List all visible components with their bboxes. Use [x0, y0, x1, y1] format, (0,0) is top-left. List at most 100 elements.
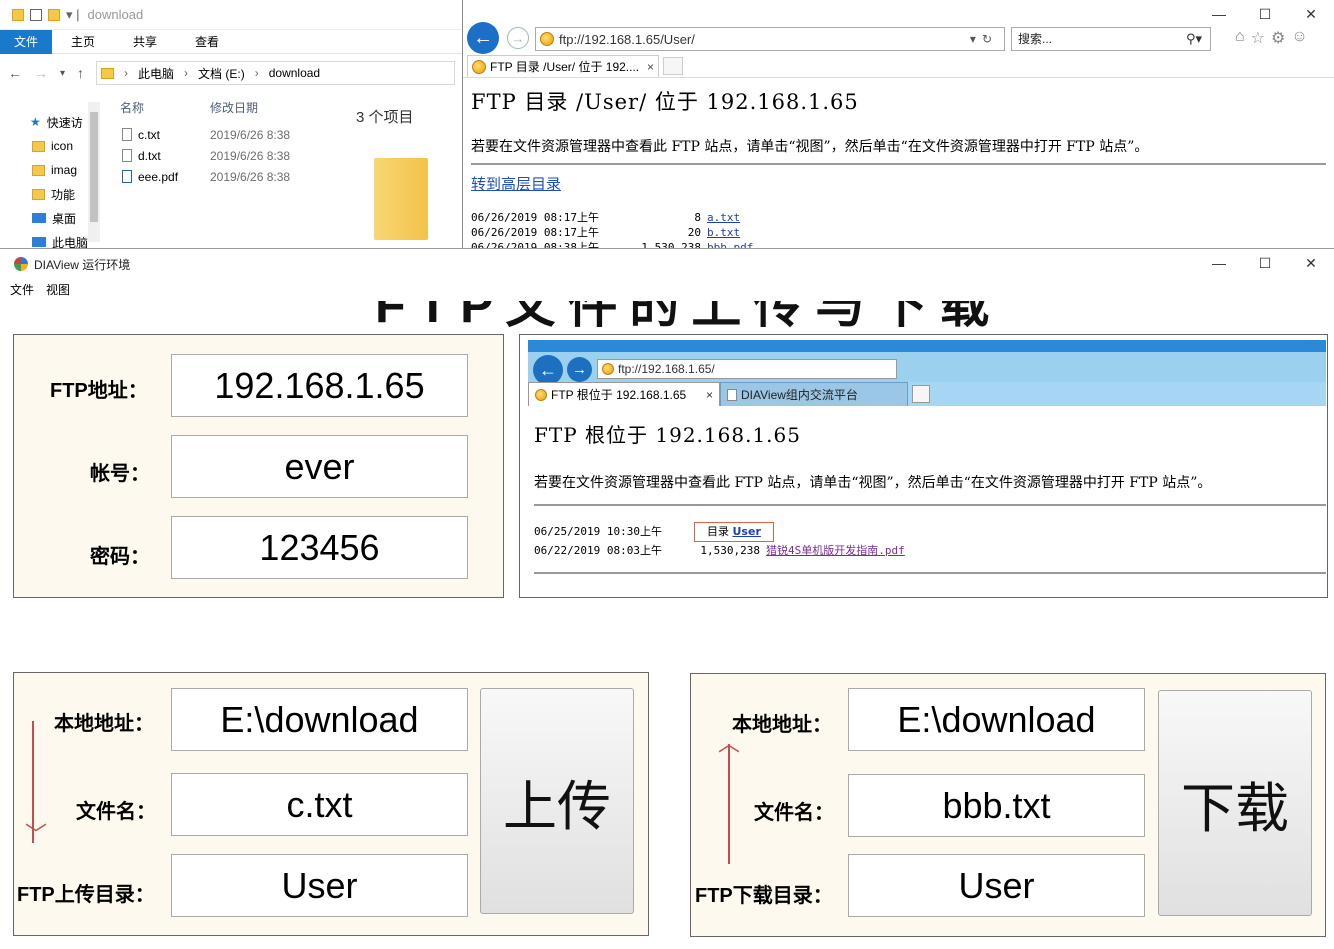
column-date[interactable]: 修改日期 — [210, 99, 258, 116]
gear-icon[interactable]: ⚙ — [1271, 28, 1285, 48]
ftp-login-panel: FTP地址： 192.168.1.65 帐号： ever 密码： 123456 — [13, 334, 504, 598]
chevron-right-icon[interactable]: › — [255, 66, 259, 80]
file-row[interactable]: c.txt 2019/6/26 8:38 — [100, 124, 340, 145]
ribbon-tab-home[interactable]: 主页 — [52, 30, 114, 54]
close-tab-icon[interactable]: × — [706, 388, 713, 402]
file-row[interactable]: eee.pdf 2019/6/26 8:38 — [100, 166, 340, 187]
nav-item-icon[interactable]: icon — [0, 134, 100, 158]
back-button[interactable]: ← — [467, 22, 499, 54]
nav-scrollbar[interactable] — [88, 102, 100, 242]
forward-button[interactable]: → — [507, 27, 529, 49]
breadcrumb[interactable]: › 此电脑 › 文档 (E:) › download — [96, 61, 455, 85]
properties-check-icon[interactable] — [30, 8, 42, 21]
download-file-name-label: 文件名： — [754, 802, 834, 824]
new-folder-icon[interactable] — [48, 8, 60, 21]
canvas-title: FTP文件的上传与下载 — [375, 301, 1002, 333]
nav-item-function[interactable]: 功能 — [0, 182, 100, 206]
ribbon-tab-view[interactable]: 查看 — [176, 30, 238, 54]
breadcrumb-download[interactable]: download — [269, 66, 320, 80]
favorites-star-icon[interactable]: ☆ — [1251, 28, 1265, 48]
window-controls: — ☐ ✕ — [1196, 0, 1334, 28]
upload-file-name-field[interactable]: c.txt — [171, 773, 468, 836]
chevron-right-icon[interactable]: › — [124, 66, 128, 80]
upload-dir-label: FTP上传目录： — [17, 884, 155, 906]
download-local-path-field[interactable]: E:\download — [848, 688, 1145, 751]
ribbon-tab-share[interactable]: 共享 — [114, 30, 176, 54]
embedded-tab-diaview[interactable]: DIAView组内交流平台 — [720, 382, 908, 406]
text-file-icon — [122, 128, 132, 141]
ftp-address-field[interactable]: 192.168.1.65 — [171, 354, 468, 417]
diaview-canvas: FTP文件的上传与下载 FTP地址： 192.168.1.65 帐号： ever… — [0, 301, 1334, 949]
close-tab-icon[interactable]: × — [647, 60, 654, 74]
star-icon: ★ — [30, 115, 41, 129]
directory-link[interactable]: User — [733, 525, 761, 538]
nav-item-desktop[interactable]: 桌面 — [0, 206, 100, 230]
nav-item-this-pc[interactable]: 此电脑 — [0, 230, 100, 250]
diaview-logo-icon — [14, 257, 28, 271]
home-icon[interactable]: ⌂ — [1235, 28, 1245, 48]
upload-dir-field[interactable]: User — [171, 854, 468, 917]
list-item: 06/25/2019 10:30上午 目录 User — [534, 522, 1326, 542]
minimize-icon[interactable]: — — [1196, 0, 1242, 28]
embedded-tab-ftp[interactable]: FTP 根位于 192.168.1.65 × — [528, 382, 720, 406]
menu-view[interactable]: 视图 — [46, 281, 70, 298]
download-button[interactable]: 下载 — [1158, 690, 1312, 916]
account-field[interactable]: ever — [171, 435, 468, 498]
embedded-back-button[interactable]: ← — [533, 355, 563, 385]
parent-directory-link[interactable]: 转到高层目录 — [471, 173, 561, 194]
search-icon[interactable]: ⚲▾ — [1186, 28, 1202, 50]
down-arrow-head-icon: ﹀ — [25, 822, 48, 847]
ftp-hint: 若要在文件资源管理器中查看此 FTP 站点，请单击“视图”，然后单击“在文件资源… — [471, 136, 1326, 165]
maximize-icon[interactable]: ☐ — [1242, 0, 1288, 28]
download-dir-field[interactable]: User — [848, 854, 1145, 917]
address-bar[interactable]: ftp://192.168.1.65/User/ ▾↻ — [535, 27, 1005, 51]
download-file-name-field[interactable]: bbb.txt — [848, 774, 1145, 837]
minimize-icon[interactable]: — — [1196, 249, 1242, 277]
file-link[interactable]: 猎锐4S单机版开发指南.pdf — [766, 542, 905, 560]
folder-icon — [32, 140, 45, 152]
embedded-forward-button[interactable]: → — [567, 357, 592, 382]
new-tab-button[interactable] — [912, 385, 930, 403]
nav-item-quick-access[interactable]: ★ 快速访 — [0, 110, 100, 134]
upload-button[interactable]: 上传 — [480, 688, 634, 914]
browser-tab[interactable]: FTP 目录 /User/ 位于 192.... × — [467, 55, 659, 77]
address-url: ftp://192.168.1.65/User/ — [559, 31, 695, 47]
folder-icon — [32, 164, 45, 176]
file-row[interactable]: d.txt 2019/6/26 8:38 — [100, 145, 340, 166]
embedded-tab-strip: FTP 根位于 192.168.1.65 × DIAView组内交流平台 — [528, 382, 1326, 406]
password-label: 密码： — [90, 546, 150, 568]
window-controls: — ☐ ✕ — [1196, 249, 1334, 277]
back-arrow-icon[interactable]: ← — [8, 65, 22, 81]
upload-local-path-field[interactable]: E:\download — [171, 688, 468, 751]
close-icon[interactable]: ✕ — [1288, 0, 1334, 28]
search-input[interactable]: 搜索... ⚲▾ — [1011, 27, 1211, 51]
smiley-icon[interactable]: ☺ — [1291, 28, 1307, 48]
refresh-icon[interactable]: ▾↻ — [970, 32, 998, 46]
new-tab-button[interactable] — [663, 57, 683, 75]
page-icon — [727, 388, 737, 401]
download-dir-label: FTP下载目录： — [695, 885, 833, 907]
ftp-address-label: FTP地址： — [50, 380, 148, 402]
forward-arrow-icon[interactable]: → — [34, 65, 48, 81]
menu-file[interactable]: 文件 — [10, 281, 34, 298]
file-link[interactable]: a.txt — [707, 210, 740, 225]
close-icon[interactable]: ✕ — [1288, 249, 1334, 277]
customize-toolbar-icon[interactable]: ▾ | — [66, 7, 80, 23]
column-name[interactable]: 名称 — [100, 99, 210, 116]
chevron-right-icon[interactable]: › — [184, 66, 188, 80]
password-field[interactable]: 123456 — [171, 516, 468, 579]
maximize-icon[interactable]: ☐ — [1242, 249, 1288, 277]
breadcrumb-drive-e[interactable]: 文档 (E:) — [198, 65, 245, 82]
breadcrumb-this-pc[interactable]: 此电脑 — [138, 65, 174, 82]
page-title: FTP 目录 /User/ 位于 192.168.1.65 — [471, 90, 859, 114]
nav-item-image[interactable]: imag — [0, 158, 100, 182]
recent-locations-icon[interactable]: ▾ — [60, 68, 65, 79]
ribbon-tab-file[interactable]: 文件 — [0, 29, 53, 54]
up-arrow-icon[interactable]: ↑ — [77, 65, 84, 81]
quick-access-folder-icon[interactable] — [12, 8, 24, 21]
file-link[interactable]: b.txt — [707, 225, 740, 240]
download-panel: 本地地址： E:\download 文件名： bbb.txt FTP下载目录： … — [690, 673, 1326, 937]
embedded-address-bar[interactable]: ftp://192.168.1.65/ — [597, 359, 897, 379]
embedded-ftp-hint: 若要在文件资源管理器中查看此 FTP 站点，请单击“视图”，然后单击“在文件资源… — [534, 472, 1326, 506]
pdf-file-icon — [122, 170, 132, 183]
